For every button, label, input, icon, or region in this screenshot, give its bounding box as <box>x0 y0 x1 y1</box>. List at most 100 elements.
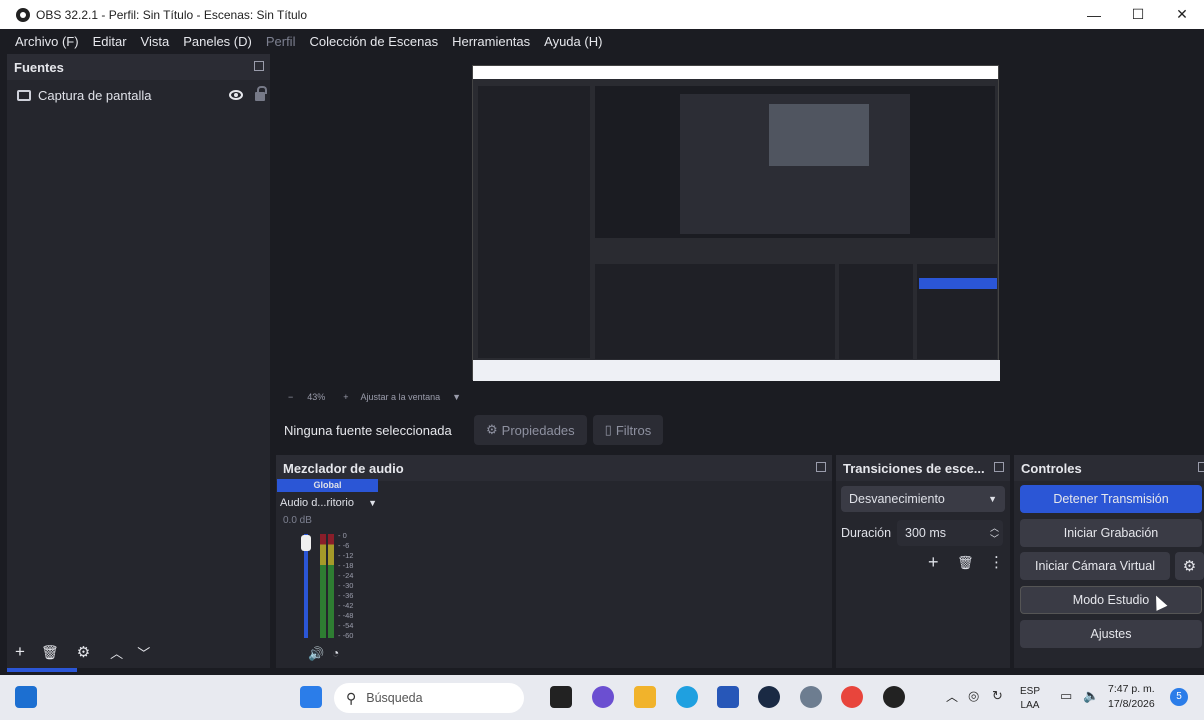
taskbar-clock[interactable]: 7:47 p. m. 17/8/2026 <box>1108 682 1155 712</box>
taskbar: ︿ ◎ ↻ ESP LAA ▭ 🔈 5 <box>0 675 1204 720</box>
studio-mode-button[interactable]: Modo Estudio <box>1020 586 1202 614</box>
keyboard-layout: LAA <box>1020 700 1040 711</box>
task-view-icon[interactable] <box>550 686 572 708</box>
stop-stream-button[interactable]: Detener Transmisión <box>1020 485 1202 513</box>
dropdown-arrow-icon: ▼ <box>988 494 997 504</box>
undock-icon[interactable] <box>994 462 1004 472</box>
meter-scale: - 0- -6- -12- -18- -24- -30- -36- -42- -… <box>338 531 358 641</box>
clock-date: 17/8/2026 <box>1108 698 1155 710</box>
audio-device-select[interactable]: Audio d...ritorio ▼ <box>280 495 377 511</box>
virtual-camera-gear-icon[interactable]: ⚙ <box>1175 552 1204 580</box>
teams-chat-icon[interactable] <box>592 686 614 708</box>
mixer-tab-global[interactable]: Global <box>277 479 378 492</box>
monitor-icon <box>17 89 31 101</box>
zoom-in-button[interactable]: + <box>343 392 348 402</box>
no-source-label: Ninguna fuente seleccionada <box>284 422 452 438</box>
sync-icon[interactable]: ↻ <box>992 688 1003 704</box>
move-down-icon[interactable]: ﹀ <box>137 643 150 662</box>
undock-icon[interactable] <box>1198 462 1204 472</box>
controls-header: Controles <box>1014 455 1204 481</box>
minimize-button[interactable]: — <box>1072 0 1116 29</box>
more-options-icon[interactable]: ⋮ <box>989 553 1004 571</box>
transition-label: Desvanecimiento <box>849 492 945 506</box>
maximize-button[interactable]: ☐ <box>1116 0 1160 29</box>
menu-coleccion[interactable]: Colección de Escenas <box>302 34 445 49</box>
duration-spinbox[interactable]: 300 ms ︿ ﹀ <box>897 520 1003 546</box>
zoom-bar: − 43% + Ajustar a la ventana ▼ <box>276 388 1204 406</box>
tray-chevron-icon[interactable]: ︿ <box>946 688 958 705</box>
volume-slider-handle[interactable] <box>301 535 311 551</box>
menu-paneles[interactable]: Paneles (D) <box>176 34 259 49</box>
visibility-eye-icon[interactable] <box>229 90 243 100</box>
steam-icon[interactable] <box>758 686 780 708</box>
notification-badge[interactable]: 5 <box>1170 688 1188 706</box>
mixer-header: Mezclador de audio <box>276 455 832 481</box>
store-icon[interactable] <box>717 686 739 708</box>
add-transition-icon[interactable]: + <box>928 552 939 573</box>
spin-down-icon[interactable]: ﹀ <box>990 532 999 545</box>
filters-label: Filtros <box>615 422 652 438</box>
meter-scale-tick: - -48 <box>338 611 354 620</box>
file-explorer-icon[interactable] <box>634 686 656 708</box>
windows-start-icon[interactable] <box>300 686 322 708</box>
virtual-camera-button[interactable]: Iniciar Cámara Virtual <box>1020 552 1170 580</box>
display-icon[interactable]: ▭ <box>1060 688 1072 704</box>
menu-editar[interactable]: Editar <box>86 34 134 49</box>
properties-label: Propiedades <box>501 422 575 438</box>
settings-button[interactable]: Ajustes <box>1020 620 1202 648</box>
edge-browser-icon[interactable] <box>676 686 698 708</box>
undock-icon[interactable] <box>816 462 826 472</box>
meter-scale-tick: - -30 <box>338 581 354 590</box>
obs-logo-icon <box>16 7 30 22</box>
properties-button[interactable]: ⚙ Propiedades <box>474 415 587 445</box>
add-source-icon[interactable]: + <box>15 642 25 662</box>
transitions-header: Transiciones de esce... <box>836 455 1010 481</box>
headphones-icon[interactable]: ◔ <box>332 646 339 660</box>
obs-taskbar-icon[interactable] <box>883 686 905 708</box>
clock-time: 7:47 p. m. <box>1108 683 1155 695</box>
source-label: Captura de pantalla <box>38 87 152 103</box>
menu-herramientas[interactable]: Herramientas <box>445 34 537 49</box>
sources-title: Fuentes <box>14 59 64 75</box>
taskbar-search[interactable]: ⚲ Búsqueda <box>334 683 524 713</box>
settings-icon[interactable] <box>800 686 822 708</box>
lock-icon[interactable] <box>255 86 267 101</box>
transition-select[interactable]: Desvanecimiento ▼ <box>841 486 1005 512</box>
preview-screen-capture <box>472 65 1000 381</box>
meter-scale-tick: - -42 <box>338 601 354 610</box>
network-icon[interactable]: ◎ <box>968 688 979 704</box>
duration-label: Duración <box>841 526 892 540</box>
widgets-icon[interactable] <box>15 686 37 708</box>
source-item[interactable]: Captura de pantalla <box>7 82 270 108</box>
close-button[interactable]: ✕ <box>1160 0 1204 29</box>
remove-source-icon[interactable]: 🗑 <box>41 644 59 661</box>
search-placeholder: Búsqueda <box>366 691 423 705</box>
fit-window-select[interactable]: Ajustar a la ventana <box>361 392 441 402</box>
sources-header: Fuentes <box>7 54 270 80</box>
zoom-out-button[interactable]: − <box>288 392 293 402</box>
filters-button[interactable]: ▯ Filtros <box>592 415 664 445</box>
menu-perfil[interactable]: Perfil <box>259 34 303 49</box>
window-title: OBS 32.2.1 - Perfil: Sin Título - Escena… <box>36 7 308 22</box>
fit-dropdown-icon[interactable]: ▼ <box>452 392 461 402</box>
search-icon: ⚲ <box>346 689 357 706</box>
volume-icon[interactable]: 🔈 <box>1083 688 1099 704</box>
source-settings-gear-icon[interactable]: ⚙ <box>77 643 90 661</box>
chrome-icon[interactable] <box>841 686 863 708</box>
remove-transition-icon[interactable]: 🗑 <box>957 555 974 571</box>
controls-title: Controles <box>1021 460 1082 476</box>
menu-archivo[interactable]: Archivo (F) <box>8 34 86 49</box>
audio-device-label: Audio d...ritorio <box>280 497 354 509</box>
meter-scale-tick: - -6 <box>338 541 350 550</box>
language-indicator[interactable]: ESP LAA <box>1020 685 1040 713</box>
transitions-title: Transiciones de esce... <box>843 460 985 476</box>
undock-icon[interactable] <box>254 61 264 71</box>
menu-vista[interactable]: Vista <box>134 34 177 49</box>
menu-ayuda[interactable]: Ayuda (H) <box>537 34 609 49</box>
speaker-icon[interactable]: 🔊 <box>308 646 324 662</box>
level-meter-left <box>320 534 326 638</box>
start-recording-button[interactable]: Iniciar Grabación <box>1020 519 1202 547</box>
move-up-icon[interactable]: ︿ <box>110 643 123 662</box>
window-titlebar: OBS 32.2.1 - Perfil: Sin Título - Escena… <box>0 0 1204 29</box>
audio-db: 0.0 dB <box>283 515 312 526</box>
